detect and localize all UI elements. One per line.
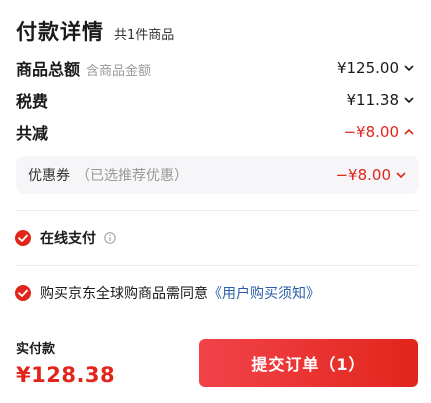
item-count: 共1件商品 bbox=[114, 28, 175, 43]
goods-total-row[interactable]: 商品总额 含商品金额 ¥125.00 bbox=[16, 56, 415, 80]
submit-order-button[interactable]: 提交订单（1） bbox=[199, 339, 418, 387]
tax-label: 税费 bbox=[16, 92, 49, 111]
tax-row[interactable]: 税费 ¥11.38 bbox=[16, 88, 415, 112]
coupon-label: 优惠券 （已选推荐优惠） bbox=[28, 165, 188, 185]
chevron-down-icon[interactable] bbox=[403, 62, 415, 74]
total-discount-row[interactable]: 共减 −¥8.00 bbox=[16, 120, 415, 144]
check-circle-icon[interactable] bbox=[14, 284, 32, 302]
check-circle-icon[interactable] bbox=[14, 229, 32, 247]
paid-label: 实付款 bbox=[16, 342, 56, 357]
page-title: 付款详情 bbox=[16, 20, 104, 44]
divider bbox=[16, 210, 419, 211]
goods-total-value: ¥125.00 bbox=[336, 59, 399, 77]
divider bbox=[16, 265, 419, 266]
coupon-title: 优惠券 bbox=[28, 168, 70, 184]
chevron-up-icon[interactable] bbox=[403, 126, 415, 138]
total-discount-label: 共减 bbox=[16, 124, 49, 143]
online-payment-option[interactable]: 在线支付 bbox=[14, 228, 116, 248]
chevron-down-icon[interactable] bbox=[403, 94, 415, 106]
payment-details-header: 付款详情 共1件商品 bbox=[16, 16, 174, 46]
chevron-down-icon[interactable] bbox=[395, 169, 407, 181]
goods-total-label: 商品总额 bbox=[16, 60, 81, 79]
paid-amount-block: 实付款 ¥128.38 bbox=[16, 338, 115, 387]
agreement-text: 购买京东全球购商品需同意 bbox=[40, 286, 208, 302]
goods-total-sub: 含商品金额 bbox=[86, 64, 152, 79]
online-payment-label: 在线支付 bbox=[40, 231, 96, 247]
paid-amount: ¥128.38 bbox=[16, 363, 116, 387]
coupon-value: −¥8.00 bbox=[335, 166, 391, 184]
coupon-hint: （已选推荐优惠） bbox=[76, 168, 188, 184]
agreement-row[interactable]: 购买京东全球购商品需同意《用户购买须知》 bbox=[14, 283, 320, 303]
coupon-row[interactable]: 优惠券 （已选推荐优惠） −¥8.00 bbox=[16, 156, 419, 194]
total-discount-value: −¥8.00 bbox=[343, 123, 399, 141]
user-purchase-notice-link[interactable]: 《用户购买须知》 bbox=[208, 286, 320, 302]
info-icon[interactable] bbox=[104, 232, 116, 244]
tax-value: ¥11.38 bbox=[346, 91, 400, 109]
